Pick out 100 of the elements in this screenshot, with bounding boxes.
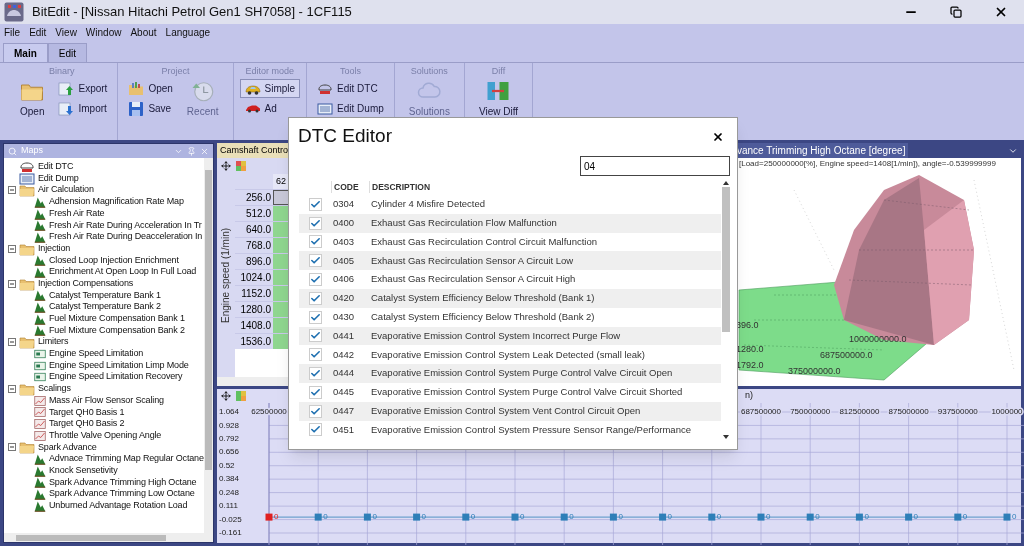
collapse-icon[interactable] bbox=[8, 384, 16, 393]
data-point[interactable] bbox=[659, 513, 667, 521]
ribbon-tab[interactable]: Main bbox=[3, 43, 48, 62]
column-header[interactable]: DESCRIPTION bbox=[369, 180, 721, 194]
tree-item[interactable]: Knock Sensetivity bbox=[4, 464, 204, 477]
tree-item[interactable]: Spark Advance bbox=[4, 441, 204, 454]
dtc-row[interactable]: 0405 Exhaust Gas Recirculation Sensor A Circuit Low bbox=[299, 251, 721, 271]
collapse-icon[interactable] bbox=[8, 279, 16, 288]
tree-item[interactable]: Enrichment At Open Loop In Full Load bbox=[4, 266, 204, 278]
tree-item[interactable]: Target QH0 Basis 2 bbox=[4, 418, 204, 430]
tree-item[interactable]: Mass Air Flow Sensor Scaling bbox=[4, 394, 204, 407]
tree-item[interactable]: Edit Dump bbox=[4, 172, 204, 185]
data-point[interactable] bbox=[954, 513, 962, 521]
data-point[interactable] bbox=[855, 513, 863, 521]
search-field[interactable]: 04 bbox=[580, 156, 730, 176]
checkbox[interactable] bbox=[308, 329, 322, 343]
data-point[interactable] bbox=[905, 513, 913, 521]
tree-item[interactable]: Engine Speed Limitation bbox=[4, 348, 204, 360]
tree-item[interactable]: Injection bbox=[4, 242, 204, 255]
ribbon-button[interactable]: Export bbox=[54, 79, 112, 98]
ribbon-button[interactable]: Import bbox=[54, 99, 112, 118]
tree-item[interactable]: Air Calculation bbox=[4, 184, 204, 197]
tree-item[interactable]: Fresh Air Rate bbox=[4, 207, 204, 220]
menu-item[interactable]: Language bbox=[165, 24, 211, 40]
checkbox[interactable] bbox=[308, 310, 322, 324]
tree-item[interactable]: Limiters bbox=[4, 336, 204, 348]
data-point[interactable] bbox=[314, 513, 322, 521]
ribbon-button[interactable]: Open bbox=[124, 79, 177, 98]
data-point[interactable] bbox=[609, 513, 617, 521]
checkbox[interactable] bbox=[308, 367, 322, 381]
ribbon-button[interactable]: Open bbox=[12, 79, 53, 117]
tree-item[interactable]: Fresh Air Rate During Acceleration In Tr bbox=[4, 219, 204, 232]
data-point[interactable] bbox=[462, 513, 470, 521]
data-label: 0 bbox=[421, 511, 427, 521]
menu-item[interactable]: About bbox=[130, 24, 157, 40]
tree-item[interactable]: Target QH0 Basis 1 bbox=[4, 406, 204, 419]
checkbox[interactable] bbox=[308, 348, 322, 362]
data-point[interactable] bbox=[806, 513, 814, 521]
menu-item[interactable]: Edit bbox=[29, 24, 47, 40]
ribbon-button[interactable]: Simple bbox=[239, 79, 301, 98]
checkbox[interactable] bbox=[308, 385, 322, 399]
tree-item[interactable]: Injection Compensations bbox=[4, 277, 204, 290]
scrollbar[interactable] bbox=[4, 533, 213, 542]
tree-item-label: Edit DTC bbox=[38, 160, 74, 174]
ribbon-button[interactable]: View Diff bbox=[470, 79, 527, 117]
checkbox[interactable] bbox=[308, 273, 322, 287]
scroll-down-icon[interactable] bbox=[722, 433, 730, 441]
collapse-icon[interactable] bbox=[8, 443, 16, 452]
checkbox[interactable] bbox=[308, 254, 322, 268]
collapse-icon[interactable] bbox=[8, 186, 16, 195]
dtc-row[interactable]: 0444 Evaporative Emission Control System Purge Control Valve Circuit Open bbox=[299, 364, 721, 383]
tree-item-label: Engine Speed Limitation Limp Mode bbox=[49, 358, 189, 372]
move-icon[interactable] bbox=[221, 390, 231, 401]
checkbox[interactable] bbox=[308, 404, 322, 418]
ribbon-button[interactable]: Edit DTC bbox=[313, 79, 388, 98]
close-icon[interactable] bbox=[994, 5, 1008, 19]
tree-item[interactable]: Fuel Mixture Compensation Bank 1 bbox=[4, 312, 204, 325]
tree-item[interactable]: Adhension Magnification Rate Map bbox=[4, 196, 204, 208]
ribbon-tab[interactable]: Edit bbox=[47, 43, 87, 62]
menu-item[interactable]: Window bbox=[85, 24, 122, 40]
column-header[interactable]: CODE bbox=[331, 180, 369, 194]
checkbox[interactable] bbox=[308, 216, 322, 230]
tree-item[interactable]: Spark Advance Trimming Low Octane bbox=[4, 488, 204, 500]
menu-item[interactable]: File bbox=[4, 24, 21, 40]
panel-tab[interactable]: Camshaft Contro bbox=[217, 143, 289, 158]
checkbox[interactable] bbox=[308, 423, 322, 437]
data-point[interactable] bbox=[757, 513, 765, 521]
data-point[interactable] bbox=[265, 513, 273, 521]
tree-item[interactable]: Catalyst Temperature Bank 2 bbox=[4, 301, 204, 313]
tree-item[interactable]: Engine Speed Limitation Limp Mode bbox=[4, 359, 204, 372]
color-grid-icon[interactable] bbox=[235, 160, 247, 172]
collapse-icon[interactable] bbox=[8, 244, 16, 253]
tree-item[interactable]: Engine Speed Limitation Recovery bbox=[4, 371, 204, 384]
tree-item[interactable]: Fuel Mixture Compensation Bank 2 bbox=[4, 324, 204, 337]
scrollbar[interactable] bbox=[204, 158, 213, 533]
restore-icon[interactable] bbox=[950, 6, 962, 18]
tree-item[interactable]: Edit DTC bbox=[4, 161, 204, 173]
tree-item[interactable]: Unburned Advantage Rotation Load bbox=[4, 499, 204, 512]
tree-item[interactable]: Fresh Air Rate During Deacceleration In bbox=[4, 231, 204, 243]
tree-item[interactable]: Scalings bbox=[4, 383, 204, 395]
tree-item[interactable]: Advnace Trimming Map Regular Octane bbox=[4, 453, 204, 465]
data-point[interactable] bbox=[511, 513, 519, 521]
data-point[interactable] bbox=[560, 513, 568, 521]
collapse-icon[interactable] bbox=[8, 338, 16, 347]
checkbox[interactable] bbox=[308, 291, 322, 305]
data-point[interactable] bbox=[1003, 513, 1011, 521]
tree-item[interactable]: Throttle Valve Opening Angle bbox=[4, 429, 204, 442]
tree-item[interactable]: Spark Advance Trimming High Octane bbox=[4, 476, 204, 489]
checkbox[interactable] bbox=[308, 197, 322, 211]
close-icon[interactable] bbox=[712, 130, 724, 143]
menu-item[interactable]: View bbox=[55, 24, 77, 40]
checkbox[interactable] bbox=[308, 235, 322, 249]
color-grid-icon[interactable] bbox=[235, 389, 247, 402]
ribbon-button[interactable]: Save bbox=[124, 99, 177, 118]
tree-item[interactable]: Closed Loop Injection Enrichment bbox=[4, 254, 204, 267]
move-icon[interactable] bbox=[221, 161, 231, 171]
tree-item[interactable]: Catalyst Temperature Bank 1 bbox=[4, 289, 204, 302]
data-point[interactable] bbox=[413, 513, 421, 521]
data-point[interactable] bbox=[363, 513, 371, 521]
data-point[interactable] bbox=[708, 513, 716, 521]
